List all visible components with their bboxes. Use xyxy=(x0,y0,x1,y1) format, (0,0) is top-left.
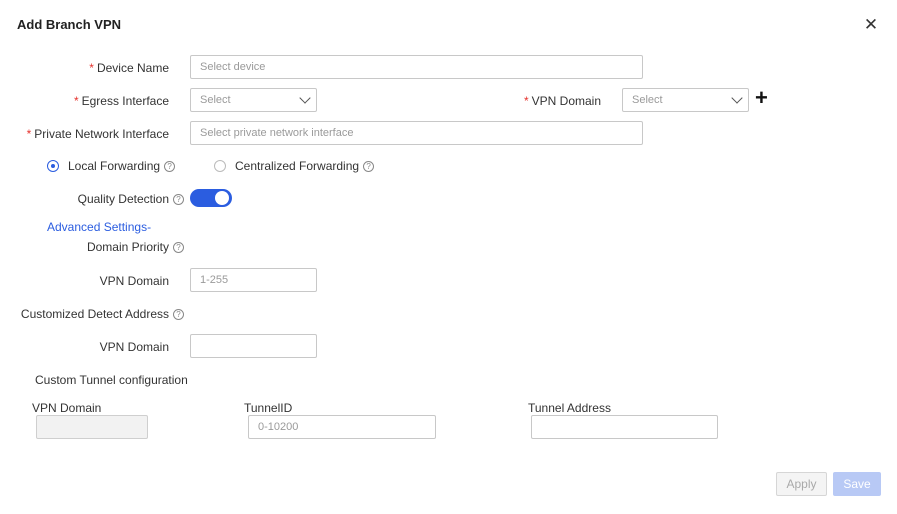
apply-button[interactable]: Apply xyxy=(776,472,827,496)
egress-interface-label: * Egress Interface xyxy=(73,94,169,108)
toggle-knob xyxy=(215,191,229,205)
priority-vpn-domain-label: VPN Domain xyxy=(99,274,169,288)
vpn-domain-label: * VPN Domain xyxy=(523,94,601,108)
egress-interface-select[interactable]: Select xyxy=(190,88,317,112)
add-vpn-domain-icon[interactable]: + xyxy=(755,87,768,109)
close-icon[interactable]: ✕ xyxy=(862,16,880,34)
local-forwarding-label: Local Forwarding? xyxy=(68,159,176,173)
chevron-down-icon xyxy=(299,92,311,104)
help-icon: ? xyxy=(173,242,184,254)
tunnel-vpn-domain-column: VPN Domain xyxy=(32,401,102,415)
centralized-forwarding-radio[interactable] xyxy=(214,160,226,172)
local-forwarding-radio[interactable] xyxy=(47,160,59,172)
tunnel-address-column: Tunnel Address xyxy=(528,401,611,415)
centralized-forwarding-label: Centralized Forwarding? xyxy=(235,159,375,173)
chevron-down-icon xyxy=(731,92,743,104)
detect-vpn-domain-label: VPN Domain xyxy=(99,340,169,354)
help-icon: ? xyxy=(164,161,176,173)
priority-vpn-domain-input[interactable]: 1-255 xyxy=(190,268,317,292)
tunnel-id-column: TunnelID xyxy=(244,401,293,415)
device-name-input[interactable]: Select device xyxy=(190,55,643,79)
private-network-interface-input[interactable]: Select private network interface xyxy=(190,121,643,145)
device-name-label: * Device Name xyxy=(89,61,169,75)
private-network-interface-label: * Private Network Interface xyxy=(26,127,169,141)
detect-vpn-domain-input[interactable] xyxy=(190,334,317,358)
vpn-domain-selected: Select xyxy=(632,94,663,106)
tunnel-vpn-domain-input xyxy=(36,415,148,439)
quality-detection-label: Quality Detection? xyxy=(60,192,184,206)
help-icon: ? xyxy=(363,161,375,173)
customized-detect-address-label: Customized Detect Address? xyxy=(20,307,184,321)
domain-priority-label: Domain Priority? xyxy=(60,240,184,254)
dialog-title: Add Branch VPN xyxy=(17,17,122,32)
advanced-settings-link[interactable]: Advanced Settings- xyxy=(47,220,151,234)
help-icon: ? xyxy=(173,309,184,321)
save-button[interactable]: Save xyxy=(833,472,881,496)
tunnel-address-input[interactable] xyxy=(531,415,718,439)
vpn-domain-select[interactable]: Select xyxy=(622,88,749,112)
help-icon: ? xyxy=(173,194,184,206)
tunnel-id-input[interactable]: 0-10200 xyxy=(248,415,436,439)
custom-tunnel-heading: Custom Tunnel configuration xyxy=(35,373,188,387)
egress-interface-selected: Select xyxy=(200,94,231,106)
quality-detection-toggle[interactable] xyxy=(190,189,232,207)
